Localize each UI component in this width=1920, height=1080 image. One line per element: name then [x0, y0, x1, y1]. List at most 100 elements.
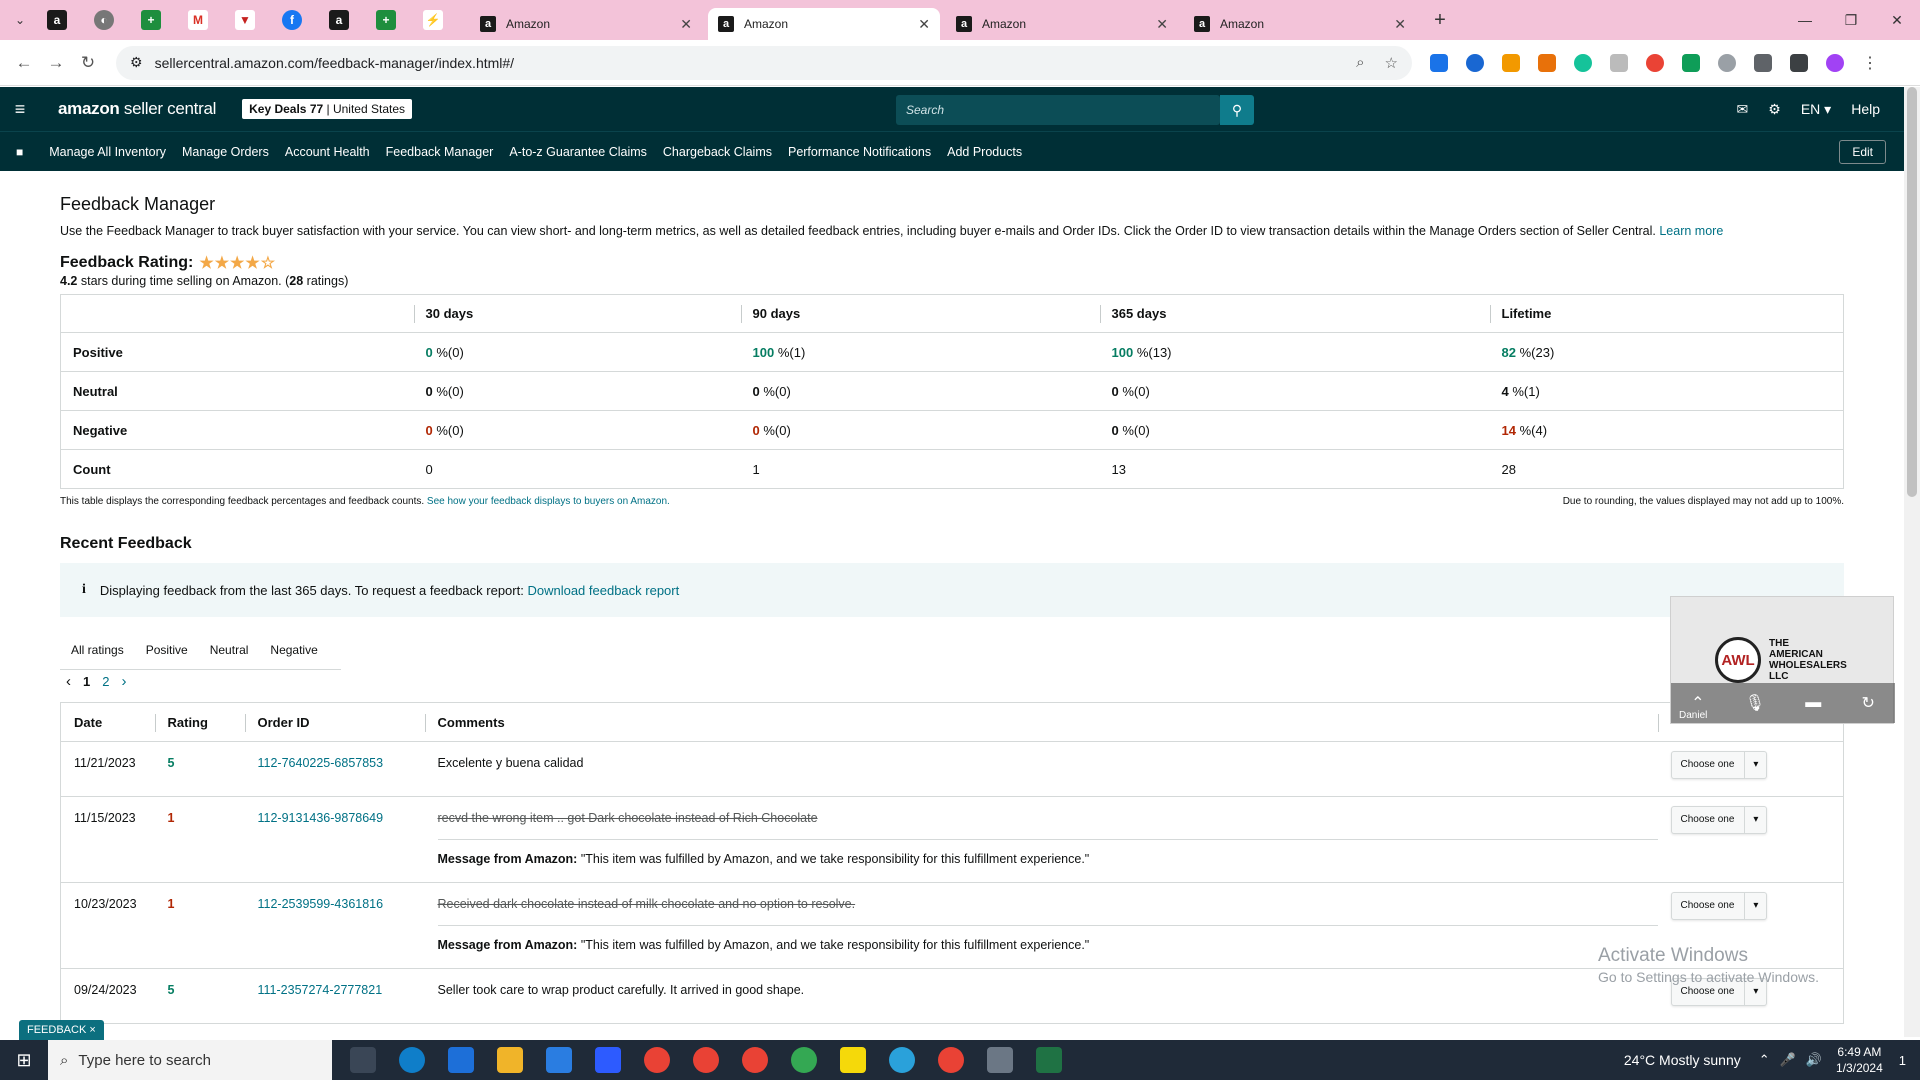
nav-a-to-z-claims[interactable]: A-to-z Guarantee Claims — [509, 145, 647, 159]
pinned-tab-facebook-icon[interactable]: f — [282, 10, 302, 30]
tab-close-icon[interactable]: ✕ — [1394, 16, 1406, 33]
tab-close-icon[interactable]: ✕ — [918, 16, 930, 33]
chrome-3-icon[interactable] — [742, 1047, 768, 1073]
extension-2-icon[interactable] — [1466, 53, 1484, 72]
weather-widget[interactable]: 24°C Mostly sunny — [1624, 1052, 1741, 1068]
refresh-icon[interactable]: ↻ — [1861, 693, 1874, 713]
close-window-icon[interactable]: ✕ — [1874, 0, 1920, 40]
choose-one-dropdown[interactable]: Choose one ▾ — [1670, 805, 1768, 834]
settings-gear-icon[interactable]: ⚙ — [1768, 101, 1781, 118]
extensions-puzzle-icon[interactable] — [1754, 53, 1772, 72]
side-panel-icon[interactable] — [1790, 53, 1808, 72]
search-button[interactable]: ⚲ — [1220, 95, 1254, 125]
notifications-badge[interactable]: 1 — [1899, 1053, 1906, 1068]
task-view-icon[interactable] — [350, 1047, 376, 1073]
page-1[interactable]: 1 — [83, 674, 90, 689]
new-tab-button[interactable]: + — [1426, 9, 1454, 32]
edge-icon[interactable] — [399, 1047, 425, 1073]
restore-icon[interactable]: ❐ — [1828, 0, 1874, 40]
pinned-tab-globe-icon[interactable]: ◐ — [94, 10, 114, 30]
extension-6-icon[interactable] — [1610, 53, 1628, 72]
learn-more-link[interactable]: Learn more — [1659, 224, 1723, 238]
tab-close-icon[interactable]: ✕ — [1156, 16, 1168, 33]
windows-start-icon[interactable]: ⊞ — [0, 1050, 48, 1071]
extension-8-icon[interactable] — [1682, 53, 1700, 72]
browser-tab-4[interactable]: a Amazon ✕ — [1184, 8, 1416, 40]
pinned-tab-todoist-icon[interactable]: ▼ — [235, 10, 255, 30]
nav-manage-orders[interactable]: Manage Orders — [182, 145, 269, 159]
pinned-tab-sheets2-icon[interactable]: + — [376, 10, 396, 30]
extension-9-icon[interactable] — [1718, 53, 1736, 72]
nav-performance-notifications[interactable]: Performance Notifications — [788, 145, 931, 159]
pinned-tab-amazon2-icon[interactable]: a — [329, 10, 349, 30]
extension-4-icon[interactable] — [1538, 53, 1556, 72]
tab-all-ratings[interactable]: All ratings — [60, 643, 135, 657]
minimize-icon[interactable]: — — [1782, 0, 1828, 40]
clock[interactable]: 6:49 AM 1/3/2024 — [1836, 1044, 1883, 1076]
profile-avatar[interactable] — [1826, 53, 1844, 72]
choose-one-dropdown[interactable]: Choose one ▾ — [1670, 750, 1768, 779]
taskbar-search[interactable]: ⌕ Type here to search — [48, 1040, 332, 1080]
nav-feedback-manager[interactable]: Feedback Manager — [386, 145, 494, 159]
help-link[interactable]: Help — [1851, 101, 1880, 117]
zoom-icon[interactable]: ⌕ — [1356, 54, 1364, 72]
sticky-notes-icon[interactable] — [840, 1047, 866, 1073]
volume-icon[interactable]: 🔊 — [1806, 1052, 1822, 1068]
seller-central-logo[interactable]: amazon seller central — [58, 99, 216, 119]
order-id-link[interactable]: 112-9131436-9878649 — [258, 811, 384, 825]
chrome-4-icon[interactable] — [791, 1047, 817, 1073]
hamburger-menu-icon[interactable]: ≡ — [0, 99, 40, 120]
bookmark-star-icon[interactable]: ☆ — [1385, 54, 1398, 72]
back-icon[interactable]: ← — [8, 47, 40, 79]
page-2[interactable]: 2 — [102, 674, 109, 689]
page-scrollbar[interactable] — [1904, 87, 1920, 1037]
nav-manage-all-inventory[interactable]: Manage All Inventory — [49, 145, 166, 159]
scrollbar-thumb[interactable] — [1907, 87, 1917, 497]
tab-neutral[interactable]: Neutral — [199, 643, 260, 657]
buyer-display-link[interactable]: See how your feedback displays to buyers… — [427, 496, 670, 507]
browser-menu-icon[interactable]: ⋮ — [1862, 53, 1878, 73]
tab-search-button[interactable]: ⌄ — [7, 7, 33, 33]
excel-icon[interactable] — [1036, 1047, 1062, 1073]
download-report-link[interactable]: Download feedback report — [527, 583, 679, 598]
feedback-badge[interactable]: FEEDBACK × — [19, 1020, 104, 1040]
order-id-link[interactable]: 111-2357274-2777821 — [258, 983, 383, 997]
next-page-icon[interactable]: › — [121, 673, 126, 690]
tab-close-icon[interactable]: ✕ — [680, 16, 692, 33]
video-call-widget[interactable]: AWL THE AMERICAN WHOLESALERS LLC ⌃ 🎙 ▬ ↻… — [1670, 596, 1895, 724]
chrome-icon[interactable] — [644, 1047, 670, 1073]
browser-tab-3[interactable]: a Amazon ✕ — [946, 8, 1178, 40]
mic-muted-icon[interactable]: 🎙 — [1745, 693, 1765, 713]
camera-icon[interactable]: ▬ — [1805, 694, 1821, 712]
microphone-icon[interactable]: 🎤 — [1780, 1052, 1796, 1068]
forward-icon[interactable]: → — [40, 47, 72, 79]
order-id-link[interactable]: 112-7640225-6857853 — [258, 756, 384, 770]
browser-tab-2-active[interactable]: a Amazon ✕ — [708, 8, 940, 40]
site-info-icon[interactable]: ⚙ — [130, 54, 143, 71]
browser-tab-1[interactable]: a Amazon ✕ — [470, 8, 702, 40]
tab-negative[interactable]: Negative — [259, 643, 328, 657]
bookmark-icon[interactable]: ■ — [16, 145, 23, 159]
calculator-icon[interactable] — [987, 1047, 1013, 1073]
address-bar[interactable]: ⚙ sellercentral.amazon.com/feedback-mana… — [116, 45, 1412, 80]
chrome-2-icon[interactable] — [693, 1047, 719, 1073]
order-id-link[interactable]: 112-2539599-4361816 — [258, 897, 384, 911]
extension-7-icon[interactable] — [1646, 53, 1664, 72]
search-input[interactable]: Search — [896, 95, 1220, 125]
choose-one-dropdown[interactable]: Choose one ▾ — [1670, 891, 1768, 920]
marketplace-switcher[interactable]: Key Deals 77 | United States — [242, 99, 413, 119]
language-selector[interactable]: EN ▾ — [1801, 101, 1831, 118]
chrome-5-icon[interactable] — [938, 1047, 964, 1073]
grammarly-icon[interactable] — [1574, 53, 1592, 72]
edit-nav-button[interactable]: Edit — [1839, 140, 1886, 164]
extension-1-icon[interactable] — [1430, 53, 1448, 72]
pinned-tab-amazon-icon[interactable]: a — [47, 10, 67, 30]
pinned-tab-sheets-icon[interactable]: + — [141, 10, 161, 30]
nav-account-health[interactable]: Account Health — [285, 145, 370, 159]
mail-app-icon[interactable] — [448, 1047, 474, 1073]
tab-positive[interactable]: Positive — [135, 643, 199, 657]
prev-page-icon[interactable]: ‹ — [66, 673, 71, 690]
tray-chevron-up-icon[interactable]: ⌃ — [1759, 1052, 1770, 1068]
nav-chargeback-claims[interactable]: Chargeback Claims — [663, 145, 772, 159]
store-icon[interactable] — [546, 1047, 572, 1073]
